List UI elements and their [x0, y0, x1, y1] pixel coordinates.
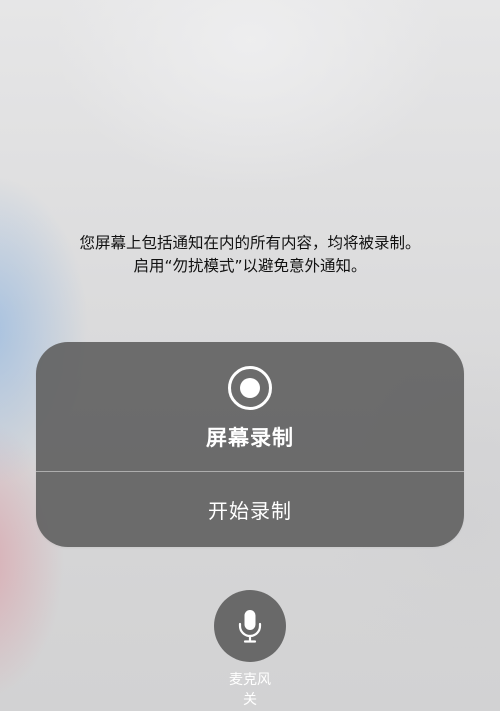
notice-line-2: 启用“勿扰模式”以避免意外通知。: [133, 257, 367, 275]
microphone-label-name: 麦克风: [229, 672, 271, 688]
microphone-icon: [238, 610, 262, 643]
screen-recording-header: 屏幕录制: [36, 342, 464, 471]
screen-record-icon: [228, 366, 272, 410]
panel-title: 屏幕录制: [206, 426, 294, 450]
recording-notice: 您屏幕上包括通知在内的所有内容，均将被录制。 启用“勿扰模式”以避免意外通知。: [0, 232, 500, 278]
screen-recording-panel: 屏幕录制 开始录制: [36, 342, 464, 547]
start-recording-button[interactable]: 开始录制: [36, 472, 464, 547]
notice-line-1: 您屏幕上包括通知在内的所有内容，均将被录制。: [79, 234, 421, 252]
microphone-toggle-button[interactable]: [214, 590, 286, 662]
microphone-label: 麦克风 关: [200, 670, 300, 710]
microphone-label-state: 关: [243, 692, 257, 708]
start-recording-label: 开始录制: [208, 499, 292, 523]
